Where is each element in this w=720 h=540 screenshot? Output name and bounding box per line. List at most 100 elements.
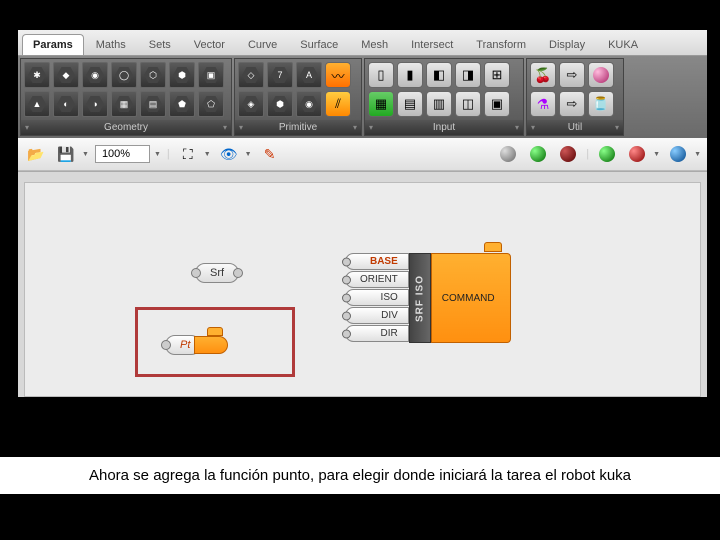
input-div[interactable]: DIV bbox=[345, 307, 409, 324]
node-name-bar[interactable]: SRF ISO bbox=[409, 253, 431, 343]
tab-strip: Params Maths Sets Vector Curve Surface M… bbox=[18, 30, 707, 56]
canvas[interactable]: Srf Pt BASE bbox=[18, 171, 707, 397]
util-icon-ball[interactable] bbox=[588, 62, 614, 88]
input-icon[interactable]: ▦ bbox=[368, 91, 394, 117]
zoom-extents-dropdown[interactable]: ▼ bbox=[204, 151, 211, 158]
input-icon[interactable]: ◫ bbox=[455, 91, 481, 117]
geom-icon[interactable]: ⬢ bbox=[169, 62, 195, 88]
geom-icon[interactable]: ◑ bbox=[82, 91, 108, 117]
srf-capsule[interactable]: Srf bbox=[195, 263, 239, 283]
slide-caption: Ahora se agrega la función punto, para e… bbox=[0, 457, 720, 494]
util-icon-arrow[interactable]: ⇨ bbox=[559, 62, 585, 88]
input-orient[interactable]: ORIENT bbox=[345, 271, 409, 288]
prim-icon[interactable]: 7 bbox=[267, 62, 293, 88]
preview-sphere-grey[interactable] bbox=[496, 142, 520, 166]
geom-icon[interactable]: ⬡ bbox=[140, 62, 166, 88]
tab-maths[interactable]: Maths bbox=[85, 34, 137, 55]
canvas-inner[interactable]: Srf Pt BASE bbox=[24, 182, 701, 397]
ribbon-label-input[interactable]: Input bbox=[365, 120, 523, 135]
zoom-extents-button[interactable]: ⛶ bbox=[176, 142, 200, 166]
geom-icon[interactable]: ▤ bbox=[140, 91, 166, 117]
shade-dropdown[interactable]: ▼ bbox=[653, 151, 660, 158]
zoom-field[interactable]: 100% bbox=[95, 145, 150, 163]
input-icons: ▯ ▮ ◧ ◨ ⊞ ▦ ▤ ▥ ◫ ▣ bbox=[365, 59, 523, 120]
util-icon-cherry[interactable]: 🍒 bbox=[530, 62, 556, 88]
open-button[interactable]: 📂 bbox=[24, 142, 48, 166]
ribbon-group-geometry: ✱ ◆ ◉ ◯ ⬡ ⬢ ▣ ▲ ◐ ◑ ▦ ▤ ⬟ ⬠ Geometry bbox=[20, 58, 232, 136]
util-icon-jar[interactable]: 🫙 bbox=[588, 91, 614, 117]
prim-icon[interactable]: ◈ bbox=[238, 91, 264, 117]
ribbon-label-geometry[interactable]: Geometry bbox=[21, 120, 231, 135]
input-base[interactable]: BASE bbox=[345, 253, 409, 270]
tab-curve[interactable]: Curve bbox=[237, 34, 288, 55]
save-button[interactable]: 💾 bbox=[54, 142, 78, 166]
prim-icon[interactable]: ⫽ bbox=[325, 91, 351, 117]
geom-icon[interactable]: ◉ bbox=[82, 62, 108, 88]
geom-icon[interactable]: ⬠ bbox=[198, 91, 224, 117]
grasshopper-app: Params Maths Sets Vector Curve Surface M… bbox=[18, 30, 707, 397]
input-icon[interactable]: ▮ bbox=[397, 62, 423, 88]
tab-params[interactable]: Params bbox=[22, 34, 84, 55]
tab-kuka[interactable]: KUKA bbox=[597, 34, 649, 55]
node-flag bbox=[484, 242, 502, 252]
util-icons: 🍒 ⇨ ⚗ ⇨ 🫙 bbox=[527, 59, 623, 120]
tab-vector[interactable]: Vector bbox=[183, 34, 236, 55]
geom-icon[interactable]: ▲ bbox=[24, 91, 50, 117]
prim-icon[interactable]: ⬢ bbox=[267, 91, 293, 117]
prim-icon[interactable]: 〰 bbox=[325, 62, 351, 88]
geom-icon[interactable]: ◆ bbox=[53, 62, 79, 88]
input-icon[interactable]: ▥ bbox=[426, 91, 452, 117]
output-label: COMMAND bbox=[442, 293, 495, 304]
tab-display[interactable]: Display bbox=[538, 34, 596, 55]
sketch-button[interactable]: ✎ bbox=[258, 142, 282, 166]
output-command[interactable]: COMMAND bbox=[431, 253, 511, 343]
prim-icon[interactable]: ◉ bbox=[296, 91, 322, 117]
shade-sphere-red[interactable] bbox=[625, 142, 649, 166]
view-button[interactable]: 👁 bbox=[217, 142, 241, 166]
tab-intersect[interactable]: Intersect bbox=[400, 34, 464, 55]
input-icon[interactable]: ◨ bbox=[455, 62, 481, 88]
ribbon-label-primitive[interactable]: Primitive bbox=[235, 120, 361, 135]
ribbon-label-util[interactable]: Util bbox=[527, 120, 623, 135]
pt-label: Pt bbox=[180, 339, 190, 351]
tab-transform[interactable]: Transform bbox=[465, 34, 537, 55]
preview-sphere-green[interactable] bbox=[526, 142, 550, 166]
shade-sphere-green[interactable] bbox=[595, 142, 619, 166]
tab-mesh[interactable]: Mesh bbox=[350, 34, 399, 55]
input-icon[interactable]: ▤ bbox=[397, 91, 423, 117]
geom-icon[interactable]: ✱ bbox=[24, 62, 50, 88]
input-icon[interactable]: ◧ bbox=[426, 62, 452, 88]
tab-surface[interactable]: Surface bbox=[289, 34, 349, 55]
input-icon[interactable]: ▯ bbox=[368, 62, 394, 88]
node-inputs: BASE ORIENT ISO DIV DIR bbox=[345, 253, 409, 343]
tab-sets[interactable]: Sets bbox=[138, 34, 182, 55]
prim-icon[interactable]: ◇ bbox=[238, 62, 264, 88]
ribbon: ✱ ◆ ◉ ◯ ⬡ ⬢ ▣ ▲ ◐ ◑ ▦ ▤ ⬟ ⬠ Geometry bbox=[18, 56, 707, 138]
geom-icon[interactable]: ◐ bbox=[53, 91, 79, 117]
input-dir[interactable]: DIR bbox=[345, 325, 409, 342]
util-icon-flask[interactable]: ⚗ bbox=[530, 91, 556, 117]
view-dropdown[interactable]: ▼ bbox=[245, 151, 252, 158]
srf-node[interactable]: Srf bbox=[195, 263, 239, 283]
slide-frame: Params Maths Sets Vector Curve Surface M… bbox=[0, 0, 720, 540]
geom-icon[interactable]: ⬟ bbox=[169, 91, 195, 117]
util-icon-arrow[interactable]: ⇨ bbox=[559, 91, 585, 117]
input-icon[interactable]: ⊞ bbox=[484, 62, 510, 88]
ribbon-label-text: Primitive bbox=[279, 122, 317, 133]
pt-node[interactable]: Pt bbox=[165, 335, 201, 355]
ribbon-label-text: Geometry bbox=[104, 122, 148, 133]
geom-icon[interactable]: ▣ bbox=[198, 62, 224, 88]
input-iso[interactable]: ISO bbox=[345, 289, 409, 306]
pt-capsule[interactable]: Pt bbox=[165, 335, 201, 355]
wire-dropdown[interactable]: ▼ bbox=[694, 151, 701, 158]
wire-sphere[interactable] bbox=[666, 142, 690, 166]
zoom-dropdown[interactable]: ▼ bbox=[154, 151, 161, 158]
preview-sphere-red[interactable] bbox=[556, 142, 580, 166]
prim-icon[interactable]: A bbox=[296, 62, 322, 88]
geom-icon[interactable]: ◯ bbox=[111, 62, 137, 88]
input-icon[interactable]: ▣ bbox=[484, 91, 510, 117]
save-dropdown[interactable]: ▼ bbox=[82, 151, 89, 158]
pt-output-grip[interactable] bbox=[194, 336, 228, 354]
srf-iso-node[interactable]: BASE ORIENT ISO DIV DIR SRF ISO COMMAND bbox=[345, 253, 511, 343]
geom-icon[interactable]: ▦ bbox=[111, 91, 137, 117]
